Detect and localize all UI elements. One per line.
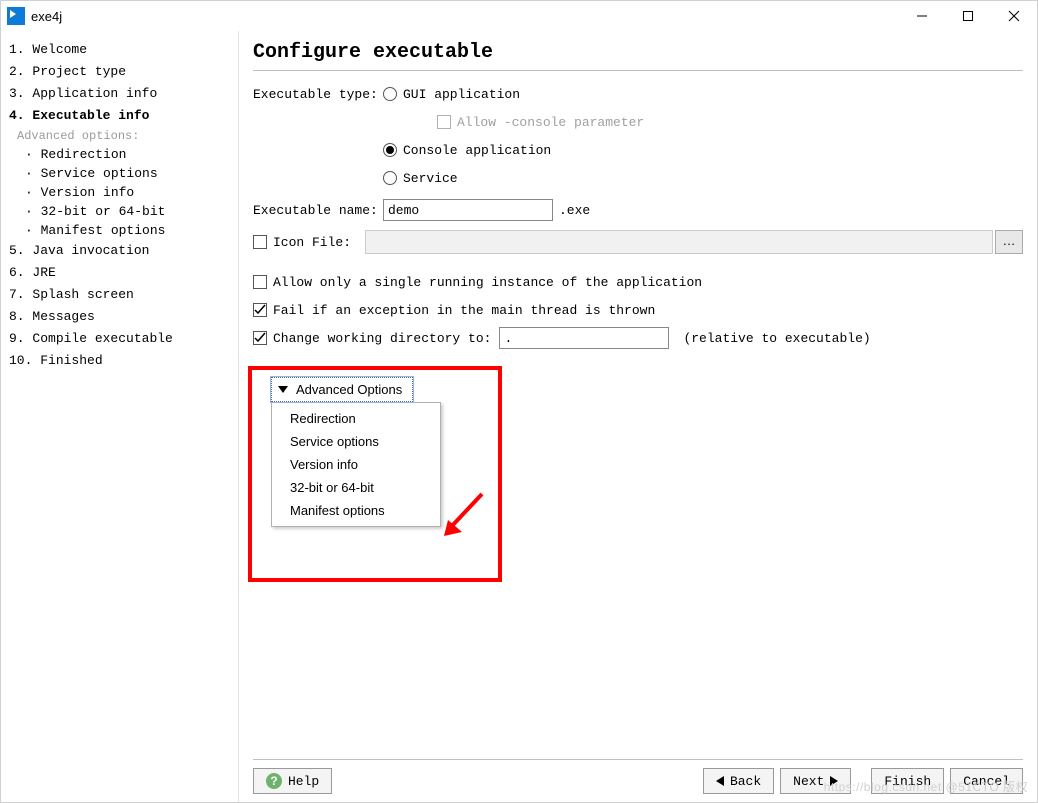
icon-file-label: Icon File: xyxy=(273,235,351,250)
single-instance-label: Allow only a single running instance of … xyxy=(273,275,702,290)
maximize-button[interactable] xyxy=(945,1,991,31)
fail-exception-label: Fail if an exception in the main thread … xyxy=(273,303,655,318)
radio-console-application[interactable] xyxy=(383,143,397,157)
substep-redirection[interactable]: · Redirection xyxy=(7,145,232,164)
checkbox-fail-exception[interactable] xyxy=(253,303,267,317)
menu-item-redirection[interactable]: Redirection xyxy=(272,407,440,430)
menu-item-service-options[interactable]: Service options xyxy=(272,430,440,453)
icon-file-path-input xyxy=(365,230,993,254)
substep-service-options[interactable]: · Service options xyxy=(7,164,232,183)
step-messages[interactable]: 8. Messages xyxy=(7,306,232,328)
next-button[interactable]: Next xyxy=(780,768,851,794)
close-button[interactable] xyxy=(991,1,1037,31)
radio-gui-label: GUI application xyxy=(403,87,520,102)
radio-service[interactable] xyxy=(383,171,397,185)
relative-hint: (relative to executable) xyxy=(683,331,870,346)
advanced-options-button[interactable]: Advanced Options xyxy=(271,377,413,402)
wizard-steps-sidebar: 1. Welcome 2. Project type 3. Applicatio… xyxy=(1,31,239,802)
executable-type-label: Executable type: xyxy=(253,87,383,102)
window-title: exe4j xyxy=(31,9,62,24)
cancel-button[interactable]: Cancel xyxy=(950,768,1023,794)
radio-service-label: Service xyxy=(403,171,458,186)
icon-file-browse-button[interactable]: … xyxy=(995,230,1023,254)
triangle-down-icon xyxy=(278,386,288,393)
menu-item-version-info[interactable]: Version info xyxy=(272,453,440,476)
wizard-footer: ? Help Back Next Finish Cancel xyxy=(253,759,1023,798)
substep-32bit-64bit[interactable]: · 32-bit or 64-bit xyxy=(7,202,232,221)
main-panel: Configure executable Executable type: GU… xyxy=(239,31,1037,802)
substep-manifest-options[interactable]: · Manifest options xyxy=(7,221,232,240)
help-icon: ? xyxy=(266,773,282,789)
radio-gui-application[interactable] xyxy=(383,87,397,101)
exe-suffix: .exe xyxy=(559,203,590,218)
window-controls xyxy=(899,1,1037,31)
triangle-right-icon xyxy=(830,776,838,786)
checkbox-single-instance[interactable] xyxy=(253,275,267,289)
triangle-left-icon xyxy=(716,776,724,786)
change-working-dir-label: Change working directory to: xyxy=(273,331,491,346)
checkbox-allow-console-param xyxy=(437,115,451,129)
step-compile-executable[interactable]: 9. Compile executable xyxy=(7,328,232,350)
menu-item-32bit-64bit[interactable]: 32-bit or 64-bit xyxy=(272,476,440,499)
step-jre[interactable]: 6. JRE xyxy=(7,262,232,284)
step-welcome[interactable]: 1. Welcome xyxy=(7,39,232,61)
advanced-options-group: Advanced options: xyxy=(7,127,232,145)
titlebar: exe4j xyxy=(1,1,1037,31)
working-dir-input[interactable] xyxy=(499,327,669,349)
step-finished[interactable]: 10. Finished xyxy=(7,350,232,372)
back-button[interactable]: Back xyxy=(703,768,774,794)
checkbox-change-working-dir[interactable] xyxy=(253,331,267,345)
executable-form: Executable type: GUI application Allow -… xyxy=(253,81,1023,527)
allow-console-label: Allow -console parameter xyxy=(457,115,644,130)
step-splash-screen[interactable]: 7. Splash screen xyxy=(7,284,232,306)
advanced-options-menu: Redirection Service options Version info… xyxy=(271,402,441,527)
checkbox-icon-file[interactable] xyxy=(253,235,267,249)
step-application-info[interactable]: 3. Application info xyxy=(7,83,232,105)
step-executable-info[interactable]: 4. Executable info xyxy=(7,105,232,127)
finish-button[interactable]: Finish xyxy=(871,768,944,794)
minimize-button[interactable] xyxy=(899,1,945,31)
page-title: Configure executable xyxy=(253,39,1023,71)
radio-console-label: Console application xyxy=(403,143,551,158)
executable-name-input[interactable] xyxy=(383,199,553,221)
help-button[interactable]: ? Help xyxy=(253,768,332,794)
app-icon xyxy=(7,7,25,25)
substep-version-info[interactable]: · Version info xyxy=(7,183,232,202)
application-window: exe4j 1. Welcome 2. Project type 3. Appl… xyxy=(0,0,1038,803)
advanced-options-label: Advanced Options xyxy=(296,382,402,397)
step-project-type[interactable]: 2. Project type xyxy=(7,61,232,83)
step-java-invocation[interactable]: 5. Java invocation xyxy=(7,240,232,262)
executable-name-label: Executable name: xyxy=(253,203,383,218)
menu-item-manifest-options[interactable]: Manifest options xyxy=(272,499,440,522)
